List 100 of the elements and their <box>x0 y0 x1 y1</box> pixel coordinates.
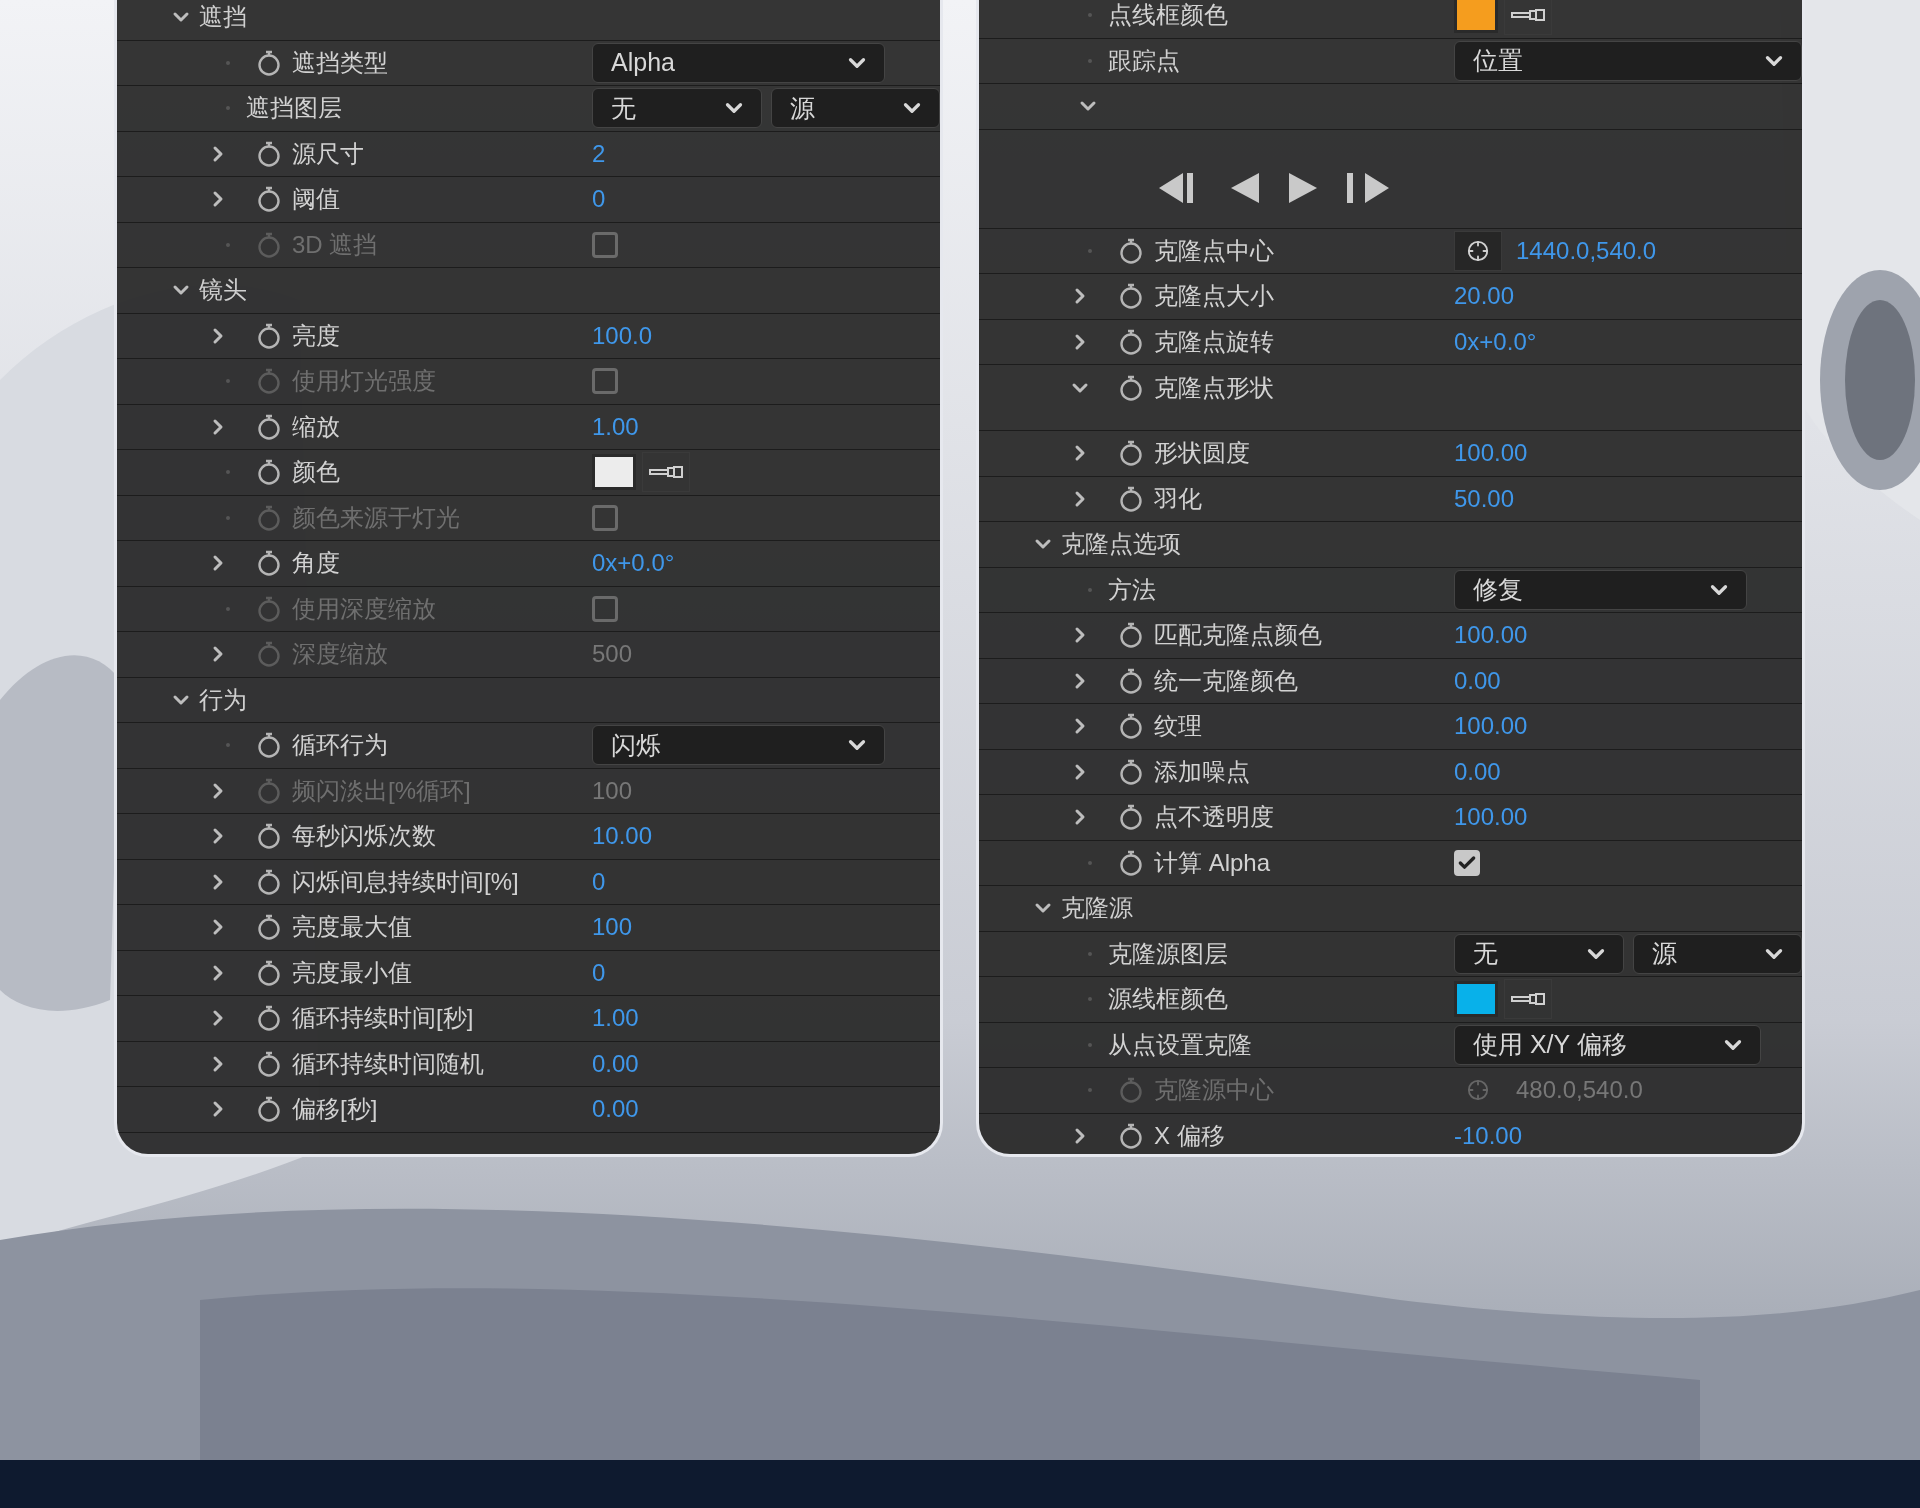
value-text[interactable]: 100.00 <box>1454 799 1528 836</box>
stopwatch-icon[interactable] <box>1118 712 1144 741</box>
stopwatch-icon[interactable] <box>1118 621 1144 650</box>
value-text[interactable]: 10.00 <box>592 818 653 855</box>
property-label: 每秒闪烁次数 <box>292 821 436 852</box>
stopwatch-icon[interactable] <box>1118 282 1144 311</box>
property-label: 源尺寸 <box>292 138 364 169</box>
value-text[interactable]: 100.00 <box>1454 617 1528 654</box>
property-label: 使用深度缩放 <box>292 593 436 624</box>
stopwatch-icon[interactable] <box>256 1004 282 1033</box>
dropdown[interactable]: 位置 <box>1454 40 1802 81</box>
stopwatch-icon[interactable] <box>256 731 282 760</box>
stopwatch-icon[interactable] <box>1118 484 1144 513</box>
stopwatch-icon[interactable] <box>256 1095 282 1124</box>
value-text[interactable]: 1.00 <box>592 1000 639 1037</box>
color-swatch[interactable] <box>592 454 636 491</box>
property-label: 克隆点旋转 <box>1154 326 1274 357</box>
stopwatch-icon[interactable] <box>256 139 282 168</box>
property-label: 纹理 <box>1154 711 1202 742</box>
property-label: 循环持续时间[秒] <box>292 1003 474 1034</box>
stopwatch-icon[interactable] <box>1118 236 1144 265</box>
stopwatch-icon[interactable] <box>1118 848 1144 877</box>
stopwatch-icon[interactable] <box>256 1049 282 1078</box>
section-label: 行为 <box>199 684 247 715</box>
crosshair-icon <box>1467 239 1489 262</box>
stopwatch-icon[interactable] <box>256 321 282 350</box>
dropdown[interactable]: 无 <box>592 88 762 129</box>
value-text[interactable]: 1.00 <box>592 408 639 445</box>
color-swatch[interactable] <box>1454 0 1498 34</box>
property-label: 点不透明度 <box>1154 802 1274 833</box>
stopwatch-icon[interactable] <box>256 867 282 896</box>
property-label: 克隆源中心 <box>1154 1075 1274 1106</box>
stopwatch-icon[interactable] <box>256 958 282 987</box>
eyedropper-button[interactable] <box>642 452 690 493</box>
value-text[interactable]: 0 <box>592 954 606 991</box>
stopwatch-icon[interactable] <box>256 48 282 77</box>
stopwatch-icon[interactable] <box>1118 439 1144 468</box>
value-text[interactable]: 100.0 <box>592 317 653 354</box>
property-label: X 偏移 <box>1154 1120 1225 1151</box>
property-label: 亮度最大值 <box>292 912 412 943</box>
crosshair-icon <box>1467 1079 1489 1102</box>
value-text[interactable]: 0.00 <box>592 1045 639 1082</box>
section-label: 克隆源 <box>1061 893 1133 924</box>
value-text[interactable]: 2 <box>592 135 606 172</box>
last-frame-icon[interactable] <box>1347 172 1389 203</box>
value-text[interactable]: 0.00 <box>1454 753 1501 790</box>
checkbox[interactable] <box>1454 849 1480 876</box>
value-text[interactable]: 20.00 <box>1454 278 1515 315</box>
stopwatch-icon[interactable] <box>1118 327 1144 356</box>
eyedropper-icon <box>648 465 684 480</box>
property-label: 点线框颜色 <box>1108 0 1228 31</box>
eyedropper-button[interactable] <box>1504 0 1552 36</box>
value-text[interactable]: 1440.0,540.0 <box>1516 232 1657 269</box>
dropdown[interactable]: 闪烁 <box>592 725 885 766</box>
property-label: 形状圆度 <box>1154 438 1250 469</box>
property-label: 统一克隆颜色 <box>1154 665 1298 696</box>
property-label: 从点设置克隆 <box>1108 1029 1252 1060</box>
stopwatch-icon[interactable] <box>256 822 282 851</box>
property-label: 克隆点中心 <box>1154 235 1274 266</box>
previous-frame-icon[interactable] <box>1231 172 1259 203</box>
value-text[interactable]: 0 <box>592 863 606 900</box>
play-icon[interactable] <box>1289 172 1317 203</box>
property-label: 亮度 <box>292 320 340 351</box>
stopwatch-icon[interactable] <box>256 913 282 942</box>
property-label: 3D 遮挡 <box>292 229 378 260</box>
stopwatch-icon[interactable] <box>1118 757 1144 786</box>
stopwatch-icon[interactable] <box>1118 666 1144 695</box>
property-label: 循环行为 <box>292 730 388 761</box>
dropdown[interactable]: Alpha <box>592 42 885 83</box>
value-text[interactable]: 50.00 <box>1454 480 1515 517</box>
dropdown[interactable]: 修复 <box>1454 569 1747 610</box>
property-label: 亮度最小值 <box>292 957 412 988</box>
property-label: 缩放 <box>292 411 340 442</box>
property-label: 克隆源图层 <box>1108 938 1228 969</box>
stopwatch-icon[interactable] <box>256 412 282 441</box>
stopwatch-icon[interactable] <box>256 458 282 487</box>
value-text[interactable]: 0x+0.0° <box>1454 323 1537 360</box>
value-text[interactable]: 0 <box>592 181 606 218</box>
crosshair-button[interactable] <box>1454 230 1502 271</box>
eyedropper-button[interactable] <box>1504 979 1552 1020</box>
value-text[interactable]: 0x+0.0° <box>592 545 675 582</box>
dropdown[interactable]: 源 <box>1633 933 1802 974</box>
value-text[interactable]: 0.00 <box>592 1091 639 1128</box>
eyedropper-icon <box>1510 992 1546 1007</box>
value-text[interactable]: 100 <box>592 909 633 946</box>
stopwatch-icon[interactable] <box>1118 1121 1144 1150</box>
stopwatch-icon[interactable] <box>1118 373 1144 402</box>
dropdown[interactable]: 无 <box>1454 933 1624 974</box>
stopwatch-icon[interactable] <box>256 185 282 214</box>
value-text[interactable]: 0.00 <box>1454 662 1501 699</box>
dropdown[interactable]: 源 <box>771 88 940 129</box>
value-text[interactable]: 100.00 <box>1454 435 1528 472</box>
dropdown[interactable]: 使用 X/Y 偏移 <box>1454 1024 1761 1065</box>
value-text[interactable]: -10.00 <box>1454 1117 1523 1154</box>
value-text[interactable]: 100.00 <box>1454 708 1528 745</box>
color-swatch[interactable] <box>1454 981 1498 1018</box>
property-label: 颜色来源于灯光 <box>292 502 460 533</box>
stopwatch-icon[interactable] <box>1118 803 1144 832</box>
property-label: 方法 <box>1108 574 1156 605</box>
stopwatch-icon[interactable] <box>256 549 282 578</box>
